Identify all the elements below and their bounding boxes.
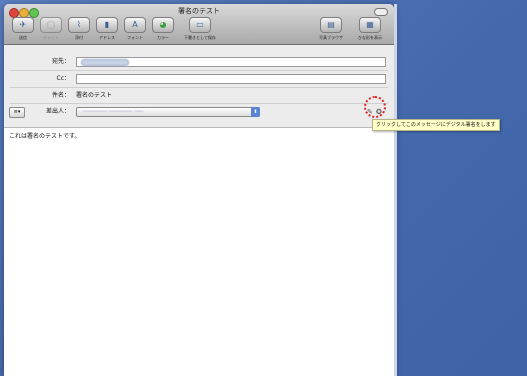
address-label: アドレス <box>99 35 115 40</box>
window-edge <box>394 4 397 376</box>
subject-label: 件名： <box>51 92 70 99</box>
to-field[interactable] <box>76 57 386 67</box>
paperclip-icon: ⌇ <box>68 17 90 33</box>
from-account-value: ──────── ──────── ─── <box>83 109 144 115</box>
chat-button[interactable]: ◯ チャット <box>38 17 64 41</box>
photo-browser-button[interactable]: ▤ 写真ブラウザ <box>316 17 346 41</box>
toolbar-toggle-button[interactable] <box>374 8 388 16</box>
photo-browser-icon: ▤ <box>320 17 342 33</box>
to-label: 宛先： <box>51 58 70 65</box>
show-stationery-button[interactable]: ▦ ひな形を表示 <box>354 17 386 41</box>
window-title: 署名のテスト <box>178 7 220 15</box>
recipient-token[interactable] <box>81 59 129 66</box>
paper-plane-icon: ✈ <box>12 17 34 33</box>
show-stationery-label: ひな形を表示 <box>358 35 382 40</box>
divider <box>10 87 388 88</box>
mail-compose-window: 署名のテスト ✈ 送信 ◯ チャット ⌇ 添付 ▮ アドレス A フォント ◕ … <box>4 4 394 376</box>
fonts-label: フォント <box>127 35 143 40</box>
from-label: 差出人： <box>45 108 70 115</box>
toolbar: 署名のテスト ✈ 送信 ◯ チャット ⌇ 添付 ▮ アドレス A フォント ◕ … <box>4 4 394 45</box>
divider <box>10 103 388 104</box>
address-button[interactable]: ▮ アドレス <box>94 17 120 41</box>
signature-tooltip: クリックしてこのメッセージにデジタル署名をします <box>372 119 500 131</box>
photo-browser-label: 写真ブラウザ <box>319 35 343 40</box>
stationery-icon: ▦ <box>359 17 381 33</box>
fonts-button[interactable]: A フォント <box>122 17 148 41</box>
draft-icon: ▭ <box>189 17 211 33</box>
send-label: 送信 <box>19 35 27 40</box>
message-body[interactable]: これは署名のテストです。 <box>9 132 80 141</box>
chat-icon: ◯ <box>40 17 62 33</box>
attach-button[interactable]: ⌇ 添付 <box>66 17 92 41</box>
colors-label: カラー <box>157 35 169 40</box>
signature-highlight-circle <box>364 96 386 118</box>
color-wheel-icon: ◕ <box>152 17 174 33</box>
send-button[interactable]: ✈ 送信 <box>10 17 36 41</box>
chat-label: チャット <box>43 35 59 40</box>
cc-field[interactable] <box>76 74 386 84</box>
colors-button[interactable]: ◕ カラー <box>150 17 176 41</box>
save-draft-label: 下書きとして保存 <box>184 35 216 40</box>
save-draft-button[interactable]: ▭ 下書きとして保存 <box>182 17 218 41</box>
subject-field[interactable]: 署名のテスト <box>76 91 112 101</box>
address-book-icon: ▮ <box>96 17 118 33</box>
chevron-down-icon: ⬍ <box>251 107 260 117</box>
message-header: 宛先： Cc： 件名： 署名のテスト ≡▾ 差出人： ──────── ────… <box>4 45 394 128</box>
from-popup[interactable]: ──────── ──────── ─── ⬍ <box>76 107 260 117</box>
attach-label: 添付 <box>75 35 83 40</box>
cc-label: Cc： <box>56 75 71 82</box>
font-icon: A <box>124 17 146 33</box>
divider <box>10 70 388 71</box>
